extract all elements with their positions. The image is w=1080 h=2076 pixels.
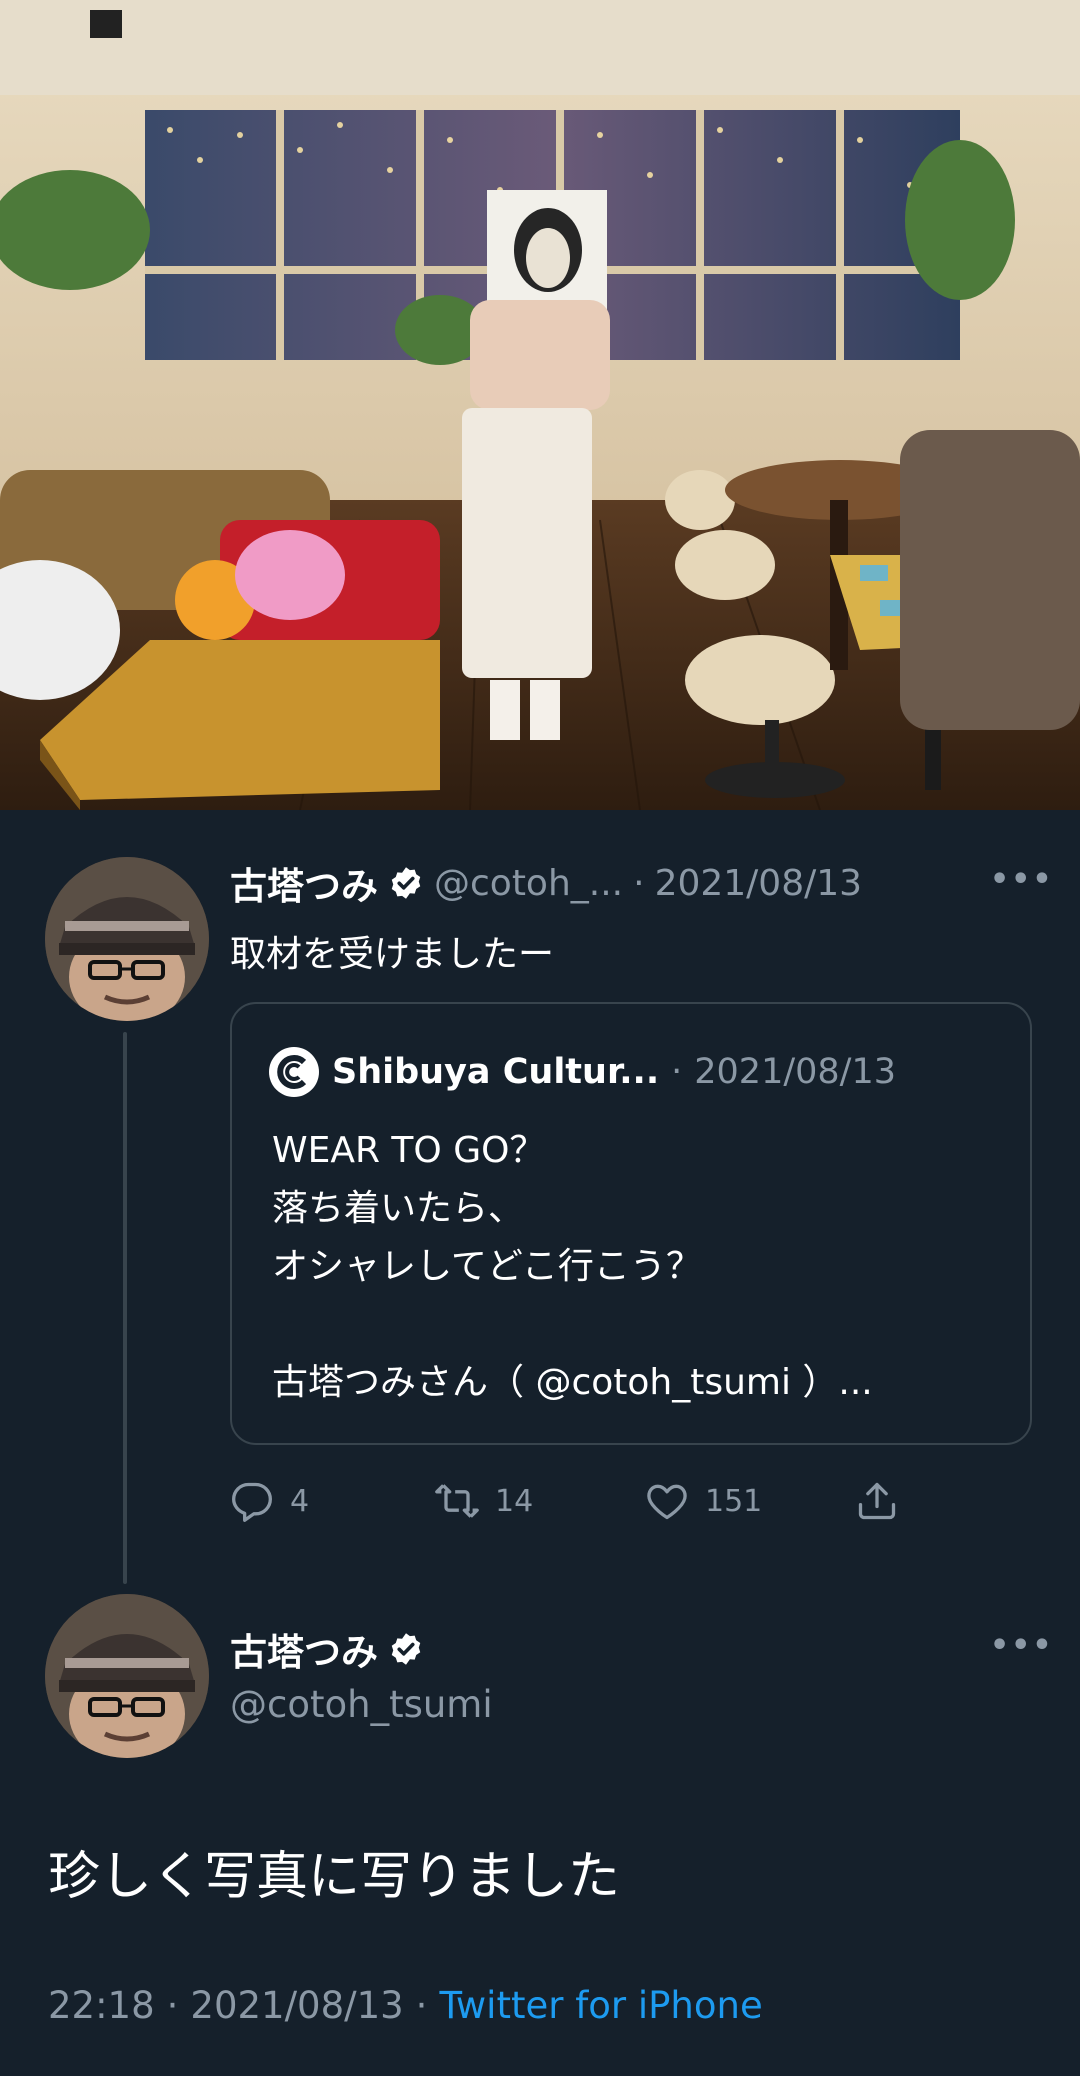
share-icon [858,1482,896,1520]
meta-separator: · [166,1984,179,2027]
quoted-author-name: Shibuya Cultur... [332,1052,660,1092]
tweet-date[interactable]: 2021/08/13 [655,863,863,904]
retweet-count: 14 [495,1483,534,1519]
cafe-photo-image [0,0,1080,810]
meta-separator: · [415,1984,428,2027]
like-count: 151 [705,1483,763,1519]
reply-icon [232,1482,272,1522]
reply-date: 2021/08/13 [190,1984,404,2027]
author-handle[interactable]: @cotoh_... [434,863,623,904]
like-icon [647,1484,687,1520]
thread-line [123,1032,127,1584]
header-separator: · [633,862,645,904]
quoted-separator: · [671,1052,683,1092]
author-avatar[interactable] [45,857,209,1021]
quoted-tweet-card[interactable]: Shibuya Cultur... · 2021/08/13 WEAR TO G… [230,1002,1032,1445]
shibuya-culture-logo-icon [269,1047,319,1097]
more-icon[interactable]: ••• [990,1628,1054,1663]
reply-header: 古塔つみ [230,1624,424,1674]
reply-count: 4 [290,1483,310,1519]
reply-meta: 22:18 · 2021/08/13 · Twitter for iPhone [48,1984,763,2027]
tweet-text: 取材を受けましたー [230,934,555,975]
reply-author-name[interactable]: 古塔つみ [230,1622,378,1676]
quoted-header: Shibuya Cultur... · 2021/08/13 [268,1046,896,1098]
verified-badge-icon [391,1633,421,1665]
reply-text: 珍しく写真に写りました [48,1847,621,1907]
author-name[interactable]: 古塔つみ [230,856,378,910]
reply-author-handle[interactable]: @cotoh_tsumi [230,1683,493,1726]
reply-button[interactable]: 4 [230,1476,309,1526]
reply-time: 22:18 [48,1984,155,2027]
tweet-header: 古塔つみ @cotoh_... · 2021/08/13 [230,856,863,910]
avatar-image [45,857,209,1021]
reply-author-avatar[interactable] [45,1594,209,1758]
retweet-button[interactable]: 14 [435,1476,533,1526]
quoted-date: 2021/08/13 [694,1052,896,1092]
more-icon[interactable]: ••• [990,862,1054,897]
avatar-image [45,1594,209,1758]
source-link[interactable]: Twitter for iPhone [439,1984,762,2027]
verified-badge-icon [391,867,421,899]
tweet-photo[interactable] [0,0,1080,810]
quoted-text: WEAR TO GO？ 落ち着いたら、 オシャレしてどこ行こう？ 古塔つみさん（… [272,1130,873,1403]
retweet-icon [435,1484,479,1518]
like-button[interactable]: 151 [645,1476,762,1526]
share-button[interactable] [855,1476,899,1526]
